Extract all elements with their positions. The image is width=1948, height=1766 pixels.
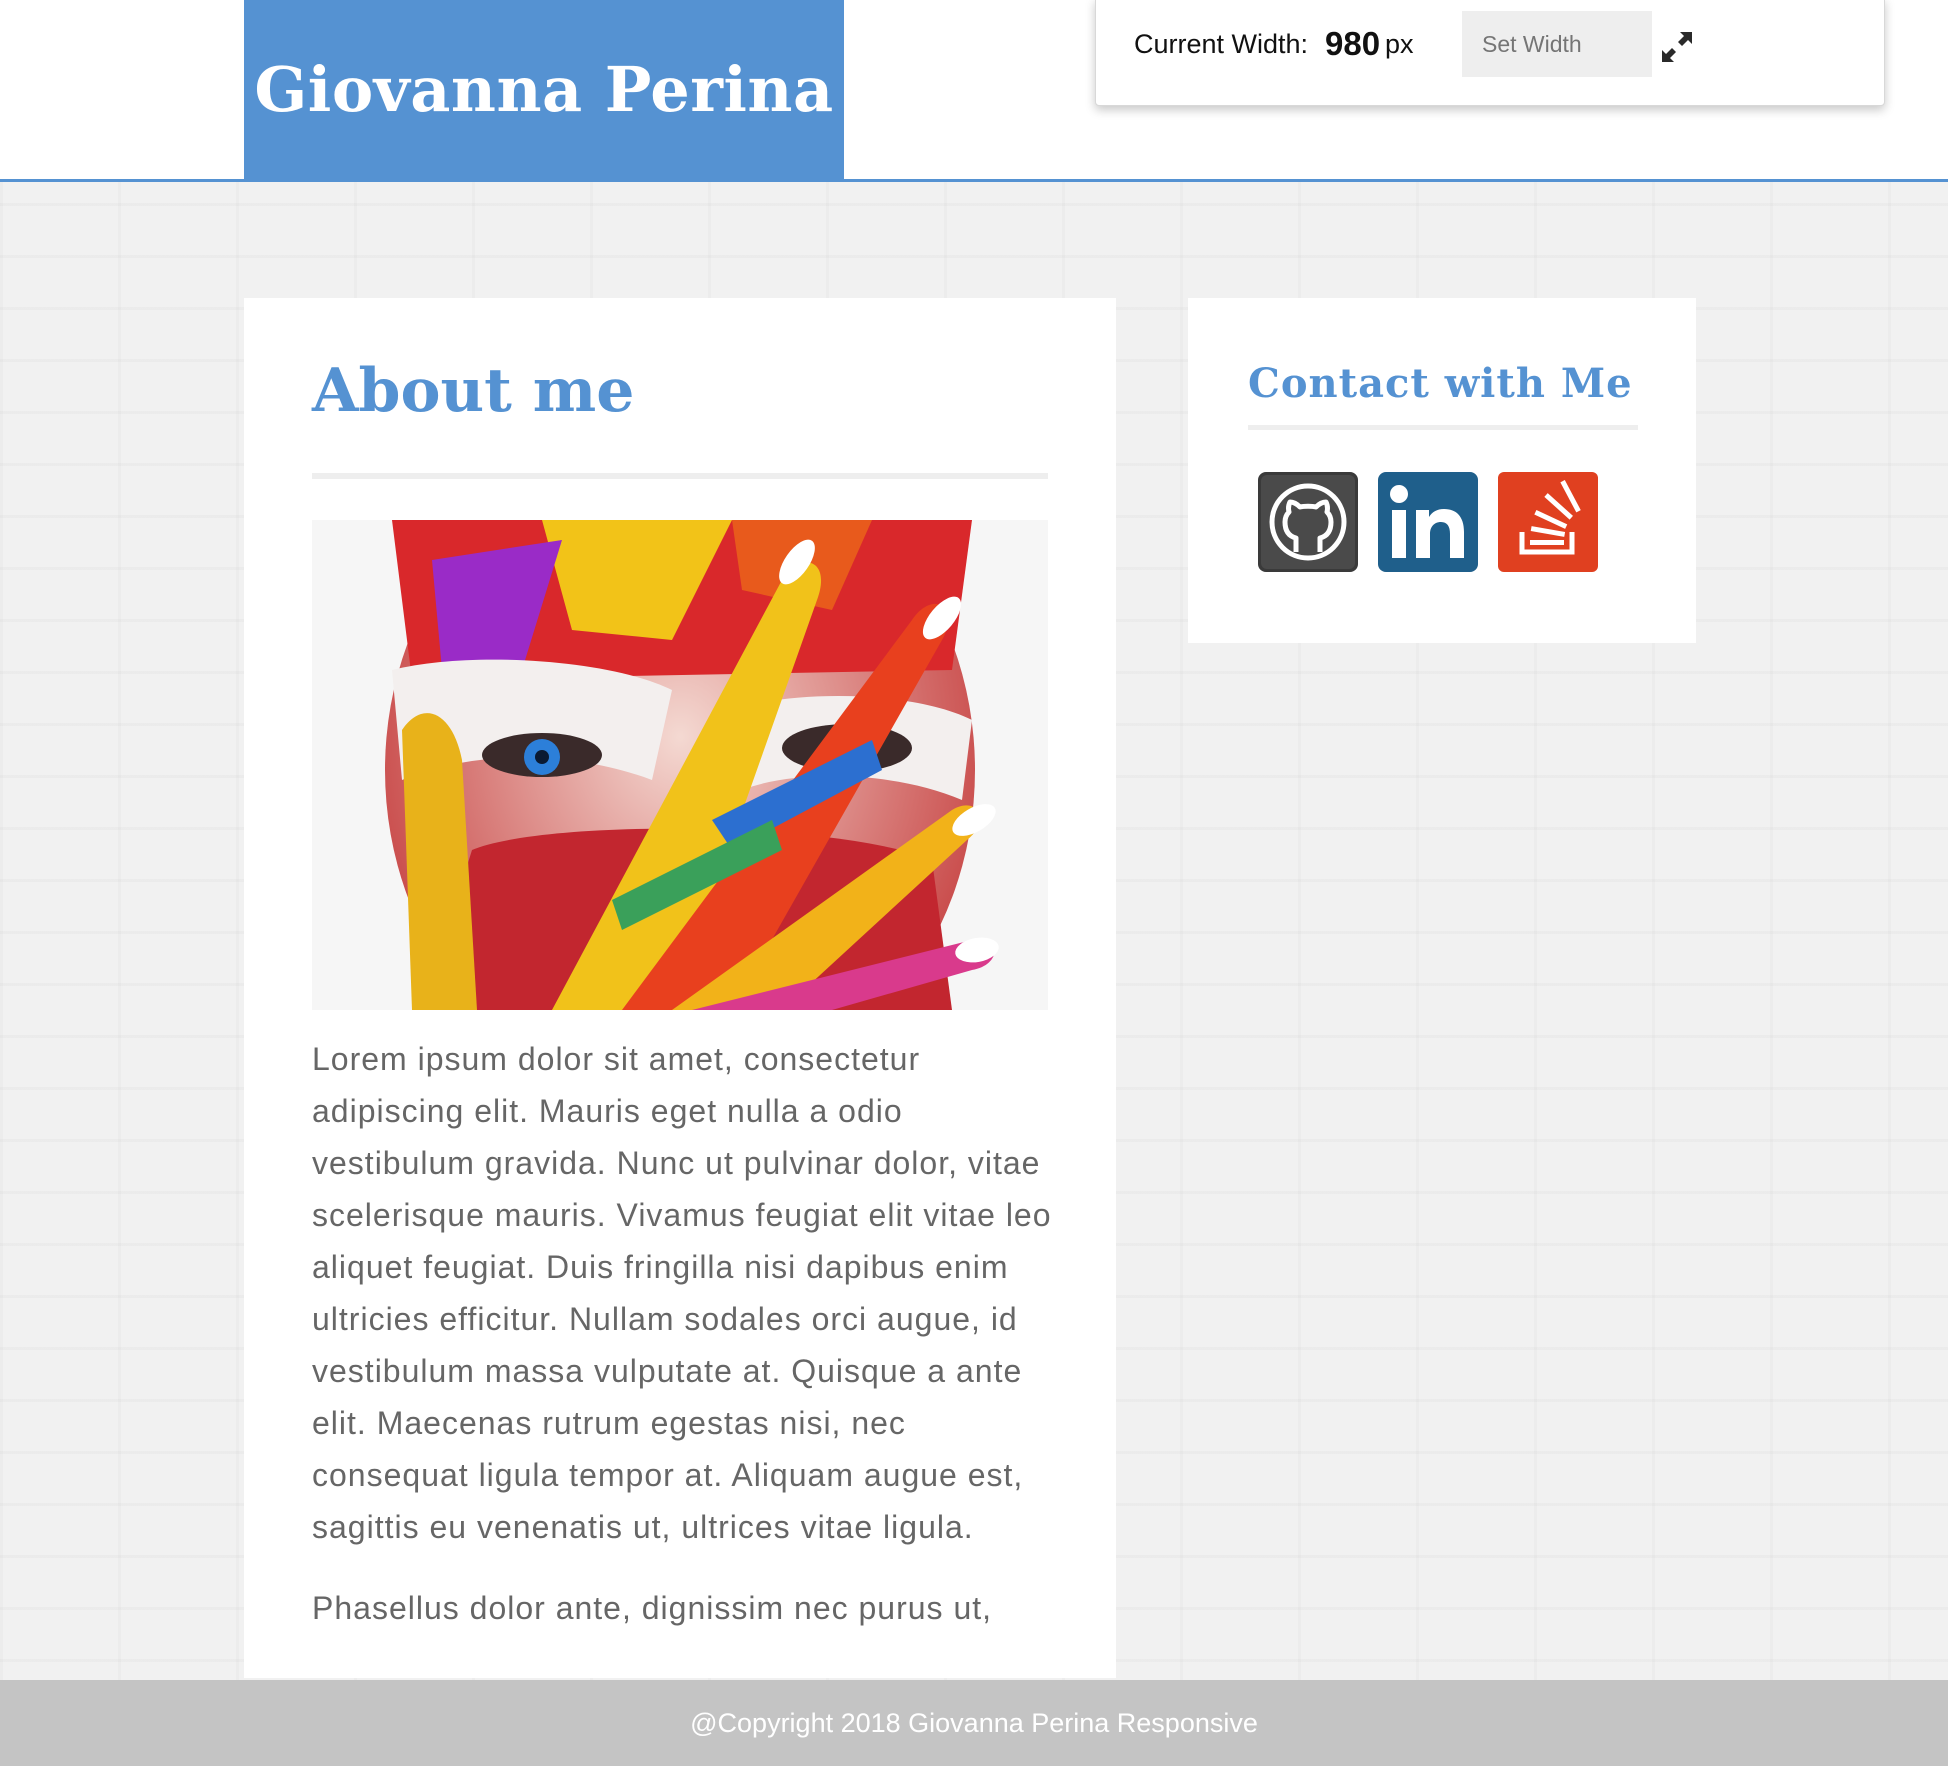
current-width-unit: px [1385, 29, 1414, 59]
copyright-text: @Copyright 2018 Giovanna Perina Responsi… [690, 1707, 1258, 1738]
social-links [1258, 472, 1598, 572]
expand-arrows-icon[interactable] [1659, 29, 1695, 65]
width-tool-panel: Current Width: 980 px [1095, 0, 1885, 106]
brand-box: Giovanna Perina [244, 0, 844, 179]
about-paragraph-1: Lorem ipsum dolor sit amet, consectetur … [312, 1041, 1052, 1545]
stackoverflow-icon[interactable] [1498, 472, 1598, 572]
about-text: Lorem ipsum dolor sit amet, consectetur … [312, 1033, 1052, 1663]
painted-face-photo [312, 440, 1048, 1100]
contact-title: Contact with Me [1248, 360, 1633, 407]
current-width-value: 980 [1325, 25, 1381, 62]
site-footer: @Copyright 2018 Giovanna Perina Responsi… [0, 1680, 1948, 1766]
site-title[interactable]: Giovanna Perina [254, 53, 833, 126]
github-icon[interactable] [1258, 472, 1358, 572]
about-title: About me [312, 356, 635, 426]
about-divider [312, 473, 1048, 479]
linkedin-icon[interactable] [1378, 472, 1478, 572]
set-width-input[interactable] [1462, 11, 1652, 77]
about-paragraph-2: Phasellus dolor ante, dignissim nec puru… [312, 1590, 993, 1626]
contact-divider [1248, 425, 1638, 430]
contact-card: Contact with Me [1188, 298, 1696, 643]
about-card: About me Lorem ipsum dolor sit amet, con… [244, 298, 1116, 1678]
current-width-label: Current Width: [1134, 29, 1309, 59]
